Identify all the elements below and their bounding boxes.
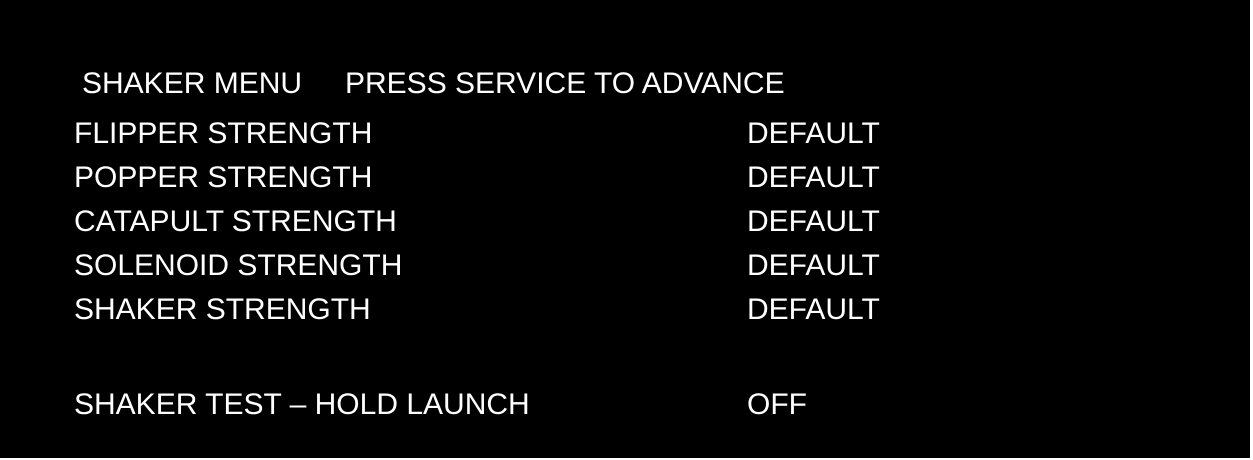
setting-label-popper-strength[interactable]: POPPER STRENGTH [74, 163, 372, 193]
shaker-test-status[interactable]: OFF [747, 390, 807, 420]
menu-title: SHAKER MENU [82, 67, 303, 100]
setting-value-popper-strength[interactable]: DEFAULT [747, 163, 880, 193]
setting-label-solenoid-strength[interactable]: SOLENOID STRENGTH [74, 251, 402, 281]
setting-label-flipper-strength[interactable]: FLIPPER STRENGTH [74, 119, 372, 149]
shaker-menu-screen: SHAKER MENU PRESS SERVICE TO ADVANCE FLI… [0, 0, 1250, 458]
setting-value-flipper-strength[interactable]: DEFAULT [747, 119, 880, 149]
setting-label-catapult-strength[interactable]: CATAPULT STRENGTH [74, 207, 397, 237]
setting-label-shaker-strength[interactable]: SHAKER STRENGTH [74, 295, 371, 325]
setting-value-shaker-strength[interactable]: DEFAULT [747, 295, 880, 325]
setting-value-catapult-strength[interactable]: DEFAULT [747, 207, 880, 237]
shaker-test-label[interactable]: SHAKER TEST – HOLD LAUNCH [74, 390, 530, 420]
advance-instruction: PRESS SERVICE TO ADVANCE [345, 67, 785, 100]
setting-value-solenoid-strength[interactable]: DEFAULT [747, 251, 880, 281]
